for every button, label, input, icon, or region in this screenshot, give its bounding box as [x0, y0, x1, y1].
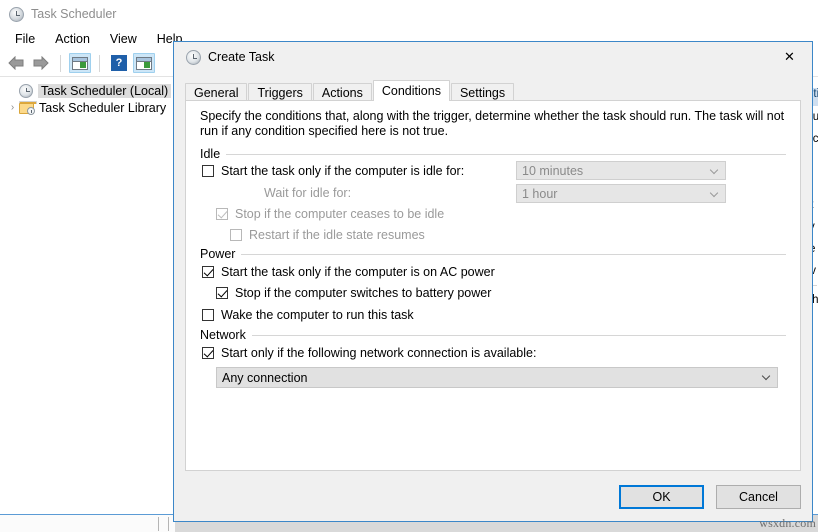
dialog-title-bar: Create Task ✕: [174, 42, 812, 72]
chevron-down-icon: [711, 167, 718, 174]
group-label-power: Power: [200, 247, 236, 261]
menu-view[interactable]: View: [101, 30, 146, 48]
checkbox-label: Start the task only if the computer is o…: [221, 265, 495, 279]
clock-icon: [9, 6, 24, 22]
tab-general[interactable]: General: [185, 83, 248, 101]
checkbox-label: Restart if the idle state resumes: [249, 228, 425, 242]
back-arrow-icon[interactable]: [5, 53, 27, 73]
checkbox-box[interactable]: [202, 347, 214, 359]
combo-value: Any connection: [222, 370, 308, 385]
tab-triggers[interactable]: Triggers: [248, 83, 312, 101]
group-header-idle: Idle: [200, 147, 786, 161]
checkbox-restart-if-idle-resumes[interactable]: Restart if the idle state resumes: [230, 227, 425, 243]
chevron-down-icon: [763, 373, 770, 380]
label-wait-for-idle: Wait for idle for:: [264, 186, 352, 200]
checkbox-box[interactable]: [202, 266, 214, 278]
combo-value: 10 minutes: [522, 163, 584, 178]
group-label-network: Network: [200, 328, 246, 342]
app-title-bar: Task Scheduler: [0, 0, 818, 28]
checkbox-start-if-idle[interactable]: Start the task only if the computer is i…: [202, 163, 464, 179]
window-list-icon[interactable]: [69, 53, 91, 73]
checkbox-label: Start only if the following network conn…: [221, 346, 537, 360]
group-rule: [226, 153, 786, 155]
watermark: wsxdn.com: [759, 516, 816, 530]
tree-expander[interactable]: ›: [6, 102, 19, 113]
combo-idle-duration[interactable]: 10 minutes: [516, 161, 726, 180]
group-header-network: Network: [200, 328, 786, 342]
chevron-down-icon: [711, 190, 718, 197]
conditions-description: Specify the conditions that, along with …: [200, 109, 785, 138]
toolbar-separator-2: [99, 54, 100, 72]
dialog-button-bar: OK Cancel: [619, 485, 801, 509]
tab-settings[interactable]: Settings: [450, 83, 515, 101]
checkbox-box[interactable]: [202, 165, 214, 177]
checkbox-stop-on-battery[interactable]: Stop if the computer switches to battery…: [216, 285, 491, 301]
toolbar-separator: [60, 54, 61, 72]
checkbox-box[interactable]: [216, 208, 228, 220]
checkbox-ac-power[interactable]: Start the task only if the computer is o…: [202, 264, 495, 280]
tab-conditions[interactable]: Conditions: [372, 80, 450, 101]
ok-button[interactable]: OK: [619, 485, 704, 509]
checkbox-box[interactable]: [202, 309, 214, 321]
dialog-title: Create Task: [208, 50, 275, 64]
tab-strip: General Triggers Actions Conditions Sett…: [185, 80, 801, 101]
group-label-idle: Idle: [200, 147, 221, 161]
combo-value: 1 hour: [522, 186, 558, 201]
window-run-icon[interactable]: [133, 53, 155, 73]
close-icon[interactable]: ✕: [767, 43, 812, 72]
help-question-icon[interactable]: ?: [108, 53, 130, 73]
folder-clock-icon: [19, 101, 37, 115]
menu-file[interactable]: File: [6, 30, 44, 48]
tree-item-label: Task Scheduler Library: [39, 100, 167, 115]
group-rule: [251, 334, 786, 336]
combo-network-connection[interactable]: Any connection: [216, 367, 778, 388]
column-divider-1: [158, 517, 159, 531]
combo-wait-for-idle[interactable]: 1 hour: [516, 184, 726, 203]
create-task-dialog: Create Task ✕ General Triggers Actions C…: [173, 41, 813, 522]
dialog-body: General Triggers Actions Conditions Sett…: [174, 72, 812, 521]
forward-arrow-icon[interactable]: [30, 53, 52, 73]
checkbox-label: Stop if the computer switches to battery…: [235, 286, 492, 300]
checkbox-stop-if-not-idle[interactable]: Stop if the computer ceases to be idle: [216, 206, 444, 222]
tab-actions[interactable]: Actions: [312, 83, 372, 101]
checkbox-box[interactable]: [216, 287, 228, 299]
app-title: Task Scheduler: [31, 7, 117, 21]
checkbox-label: Stop if the computer ceases to be idle: [235, 207, 445, 221]
conditions-tab-panel: Specify the conditions that, along with …: [185, 100, 801, 471]
group-header-power: Power: [200, 247, 786, 261]
column-divider-2: [168, 517, 169, 531]
menu-action[interactable]: Action: [46, 30, 99, 48]
clock-icon: [19, 83, 33, 98]
checkbox-start-if-network[interactable]: Start only if the following network conn…: [202, 345, 536, 361]
checkbox-wake-computer[interactable]: Wake the computer to run this task: [202, 307, 414, 323]
group-rule: [241, 253, 786, 255]
checkbox-label: Start the task only if the computer is i…: [221, 164, 465, 178]
clock-icon: [186, 49, 201, 65]
checkbox-label: Wake the computer to run this task: [221, 308, 414, 322]
tree-item-label: Task Scheduler (Local): [38, 83, 172, 98]
cancel-button[interactable]: Cancel: [716, 485, 801, 509]
checkbox-box[interactable]: [230, 229, 242, 241]
